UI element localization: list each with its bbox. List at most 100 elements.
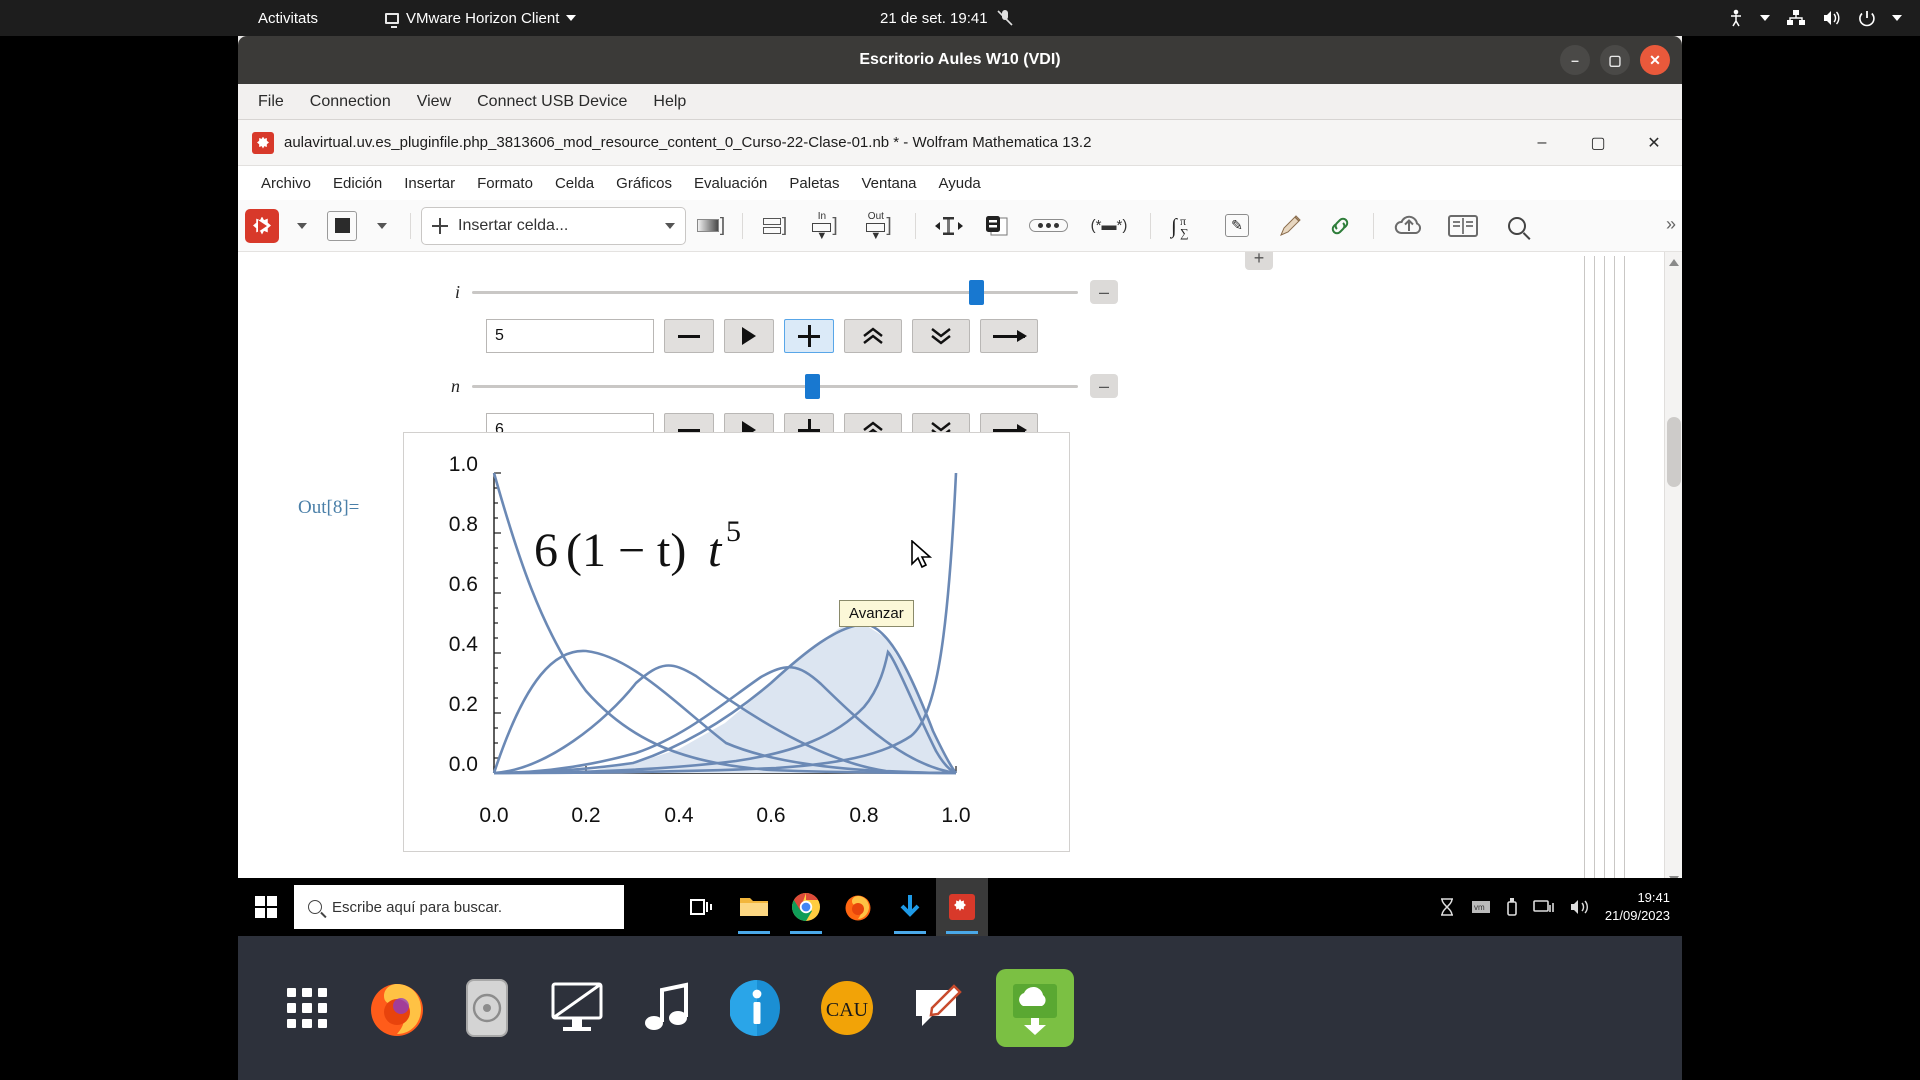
show-applications-button[interactable] — [276, 977, 338, 1039]
tray-hourglass-icon[interactable] — [1437, 897, 1457, 917]
slider-thumb-i[interactable] — [968, 279, 984, 305]
decrement-button-i[interactable] — [664, 319, 714, 353]
tray-volume-icon[interactable] — [1569, 898, 1591, 916]
scrollbar-thumb[interactable] — [1667, 417, 1681, 487]
comment-button[interactable]: (*▬*) — [1078, 208, 1140, 244]
downloads-button[interactable] — [884, 878, 936, 936]
dock-item-info[interactable] — [726, 977, 788, 1039]
value-input-i[interactable] — [486, 319, 654, 353]
firefox-button[interactable] — [832, 878, 884, 936]
menu-insertar[interactable]: Insertar — [393, 171, 466, 196]
tray-vm-icon[interactable]: vm — [1471, 899, 1491, 915]
scroll-up-icon[interactable] — [1669, 259, 1679, 266]
run-dropdown-button[interactable] — [284, 208, 320, 244]
windows-search-box[interactable]: Escribe aquí para buscar. — [294, 885, 624, 929]
group-cells-button[interactable]: ] — [753, 208, 797, 244]
play-button-i[interactable] — [724, 319, 774, 353]
cell-bracket-button[interactable]: ] — [690, 208, 732, 244]
dock-item-remote-desktop[interactable] — [546, 977, 608, 1039]
tray-network-icon[interactable] — [1533, 898, 1555, 916]
run-button[interactable] — [244, 208, 280, 244]
toolbar-overflow-button[interactable]: » — [1666, 214, 1676, 235]
menu-ventana[interactable]: Ventana — [850, 171, 927, 196]
abort-dropdown-button[interactable] — [364, 208, 400, 244]
slider-i[interactable] — [472, 279, 1078, 305]
tooltip-avanzar: Avanzar — [839, 600, 914, 627]
maximize-button[interactable]: ▢ — [1600, 45, 1630, 75]
menu-formato[interactable]: Formato — [466, 171, 544, 196]
menu-ayuda[interactable]: Ayuda — [928, 171, 992, 196]
x-tick-4: 0.8 — [849, 804, 879, 827]
minimize-button[interactable]: – — [1560, 45, 1590, 75]
more-options-button[interactable] — [1022, 208, 1074, 244]
dock-item-firefox[interactable] — [366, 977, 428, 1039]
mathematica-titlebar: aulavirtual.uv.es_pluginfile.php_3813606… — [238, 120, 1682, 166]
menu-connection[interactable]: Connection — [300, 88, 401, 116]
annotation-coef: 6 — [534, 524, 558, 577]
dock-item-disks[interactable] — [456, 977, 518, 1039]
tray-usb-icon[interactable] — [1505, 897, 1519, 917]
increment-button-i[interactable] — [784, 319, 834, 353]
dock-item-cau[interactable]: CAU — [816, 977, 878, 1039]
math-assistant-icon: ∫ π ∑ — [1170, 214, 1189, 240]
documentation-button[interactable] — [1438, 208, 1488, 244]
plot-output-frame[interactable]: 1.0 0.8 0.6 0.4 0.2 0.0 6 (1 − t) t 5 0.… — [403, 432, 1070, 852]
abort-button[interactable] — [324, 208, 360, 244]
collapse-control-n-button[interactable]: – — [1090, 374, 1118, 398]
text-cursor-icon — [935, 216, 963, 235]
math-assistant-button[interactable]: ∫ π ∑ — [1161, 208, 1207, 244]
menu-paletas[interactable]: Paletas — [778, 171, 850, 196]
close-button[interactable]: ✕ — [1640, 45, 1670, 75]
windows-start-button[interactable] — [238, 878, 294, 936]
vmware-horizon-window: Escritorio Aules W10 (VDI) – ▢ ✕ File Co… — [238, 36, 1682, 936]
mathematica-taskbar-button[interactable] — [936, 878, 988, 936]
collapse-control-i-button[interactable]: – — [1090, 280, 1118, 304]
gnome-status-area[interactable] — [1728, 0, 1902, 36]
dock-item-music[interactable] — [636, 977, 698, 1039]
mma-minimize-button[interactable]: – — [1514, 120, 1570, 166]
step-up-button-i[interactable] — [844, 319, 902, 353]
hyperlink-button[interactable] — [1317, 208, 1363, 244]
notebook-scrollbar[interactable] — [1664, 252, 1682, 890]
cloud-publish-button[interactable] — [1384, 208, 1434, 244]
mma-close-button[interactable]: ✕ — [1626, 120, 1682, 166]
chevron-down-icon — [566, 15, 577, 21]
dock-item-feedback[interactable] — [906, 977, 968, 1039]
menu-edicion[interactable]: Edición — [322, 171, 393, 196]
svg-text:vm: vm — [1474, 903, 1485, 912]
slider-n[interactable] — [472, 373, 1078, 399]
app-menu-button[interactable]: VMware Horizon Client — [385, 0, 577, 36]
task-view-button[interactable] — [676, 878, 728, 936]
dock-item-horizon-client[interactable] — [996, 969, 1074, 1047]
mma-maximize-button[interactable]: ▢ — [1570, 120, 1626, 166]
menu-graficos[interactable]: Gráficos — [605, 171, 683, 196]
add-control-button[interactable]: + — [1245, 252, 1273, 270]
chrome-button[interactable] — [780, 878, 832, 936]
insert-cell-dropdown[interactable]: Insertar celda... — [421, 206, 686, 245]
notebook-canvas[interactable]: + i – 5 n – 6 Avanzar Out[8]= 1.0 0.8 0.… — [238, 252, 1682, 890]
output-cell-button[interactable]: Out ▼] — [853, 208, 905, 244]
menu-evaluacion[interactable]: Evaluación — [683, 171, 778, 196]
cell-style-button[interactable] — [976, 208, 1018, 244]
text-cursor-button[interactable] — [926, 208, 972, 244]
y-tick-4: 0.8 — [448, 513, 478, 536]
double-chevron-up-icon — [863, 327, 883, 344]
drawing-tools-button[interactable] — [1267, 208, 1313, 244]
search-button[interactable] — [1492, 208, 1542, 244]
taskbar-clock[interactable]: 19:41 21/09/2023 — [1605, 889, 1670, 924]
clock-button[interactable]: 21 de set. 19:41 — [880, 0, 1013, 36]
slider-thumb-n[interactable] — [805, 373, 821, 399]
step-down-button-i[interactable] — [912, 319, 970, 353]
file-explorer-button[interactable] — [728, 878, 780, 936]
menu-archivo[interactable]: Archivo — [250, 171, 322, 196]
jump-end-button-i[interactable] — [980, 319, 1038, 353]
activities-button[interactable]: Activitats — [258, 0, 318, 36]
spreadsheet-button[interactable]: ✎ — [1211, 208, 1263, 244]
menu-help[interactable]: Help — [643, 88, 696, 116]
toolbar-separator — [1150, 212, 1151, 239]
input-cell-button[interactable]: In ▼] — [801, 208, 849, 244]
menu-file[interactable]: File — [248, 88, 294, 116]
menu-view[interactable]: View — [407, 88, 461, 116]
menu-celda[interactable]: Celda — [544, 171, 605, 196]
menu-connect-usb-device[interactable]: Connect USB Device — [467, 88, 637, 116]
